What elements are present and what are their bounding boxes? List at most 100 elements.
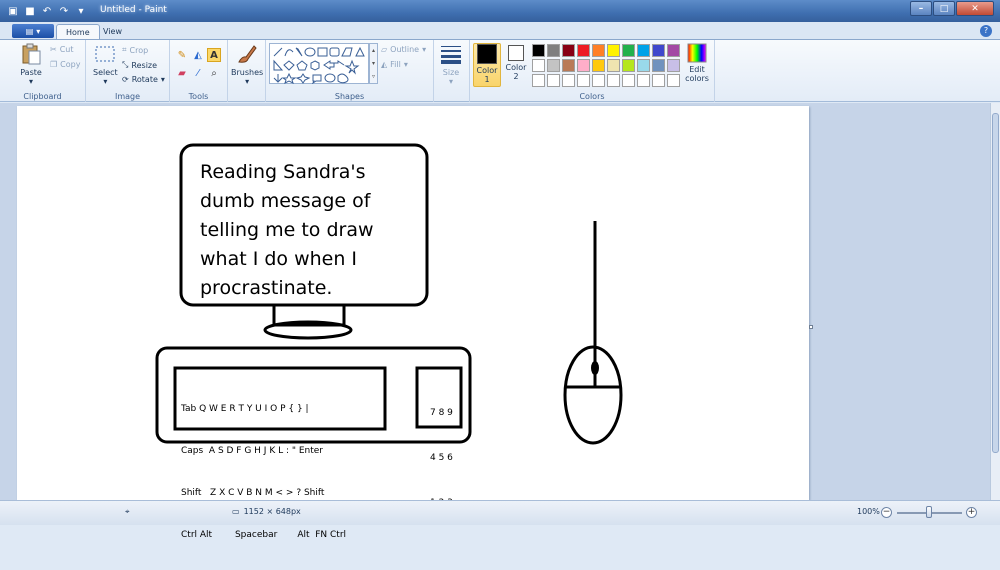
magnifier-icon[interactable]: ⌕ (207, 66, 221, 80)
vertical-scrollbar[interactable] (990, 103, 1000, 500)
scrollbar-thumb[interactable] (992, 113, 999, 453)
keyboard-row: Tab Q W E R T Y U I O P { } | (181, 404, 309, 414)
crop-icon: ⌗ (122, 45, 127, 54)
color1-button[interactable]: Color 1 (473, 43, 501, 87)
image-group: Select ▾ ⌗ Crop ⤡ Resize ⟳ Rotate ▾ Image (86, 40, 170, 102)
window-title: Untitled - Paint (100, 5, 167, 15)
palette-swatch[interactable] (592, 74, 605, 87)
tab-view[interactable]: View (94, 24, 131, 39)
paste-button[interactable]: Paste ▾ (20, 43, 42, 86)
palette-swatch[interactable] (532, 59, 545, 72)
zoom-slider-thumb[interactable] (926, 506, 932, 518)
speech-line: what I do when I (200, 248, 358, 270)
select-button[interactable]: Select ▾ (93, 43, 118, 86)
pencil-icon[interactable]: ✎ (175, 48, 189, 62)
palette-swatch[interactable] (652, 44, 665, 57)
fill-bucket-icon[interactable]: ◭ (191, 48, 205, 62)
palette-swatch[interactable] (622, 44, 635, 57)
palette-swatch[interactable] (547, 74, 560, 87)
rotate-icon: ⟳ (122, 75, 129, 84)
palette-swatch[interactable] (577, 59, 590, 72)
cursor-position-icon: ⌖ (125, 507, 130, 516)
undo-icon[interactable]: ↶ (40, 4, 54, 18)
chevron-down-icon: ▾ (245, 77, 250, 86)
shapes-gallery[interactable] (269, 43, 369, 84)
minimize-button[interactable]: – (910, 1, 932, 16)
palette-swatch[interactable] (607, 44, 620, 57)
paint-menu-button[interactable]: ▤ ▾ (12, 24, 54, 38)
palette-swatch[interactable] (592, 59, 605, 72)
numpad-row: 7 8 9 (430, 408, 453, 418)
paint-logo-icon[interactable]: ▣ (6, 4, 20, 18)
palette-swatch[interactable] (637, 59, 650, 72)
outline-button[interactable]: ▱ Outline ▾ (381, 45, 426, 54)
close-button[interactable]: ✕ (956, 1, 994, 16)
palette-swatch[interactable] (667, 74, 680, 87)
size-group: Size ▾ (434, 40, 470, 102)
crop-button[interactable]: ⌗ Crop (122, 45, 148, 55)
redo-icon[interactable]: ↷ (57, 4, 71, 18)
paste-icon (22, 43, 41, 65)
outline-icon: ▱ (381, 45, 388, 54)
menu-icon: ▤ (25, 26, 34, 36)
palette-swatch[interactable] (562, 59, 575, 72)
palette-swatch[interactable] (652, 59, 665, 72)
palette-swatch[interactable] (652, 74, 665, 87)
palette-swatch[interactable] (667, 59, 680, 72)
text-tool-icon[interactable]: A (207, 48, 221, 62)
palette-swatch[interactable] (592, 44, 605, 57)
chevron-up-icon: ▴ (371, 47, 375, 54)
palette-swatch[interactable] (622, 59, 635, 72)
palette-swatch[interactable] (637, 74, 650, 87)
cursor-position: ⌖ (125, 507, 130, 517)
palette-swatch[interactable] (532, 44, 545, 57)
palette-swatch[interactable] (547, 59, 560, 72)
image-size: ▭ 1152 × 648px (232, 507, 301, 516)
chevron-down-icon: ▾ (448, 77, 453, 86)
palette-swatch[interactable] (562, 44, 575, 57)
resize-icon: ⤡ (122, 60, 129, 69)
resize-button[interactable]: ⤡ Resize (122, 60, 157, 70)
maximize-button[interactable]: □ (933, 1, 955, 16)
chevron-down-icon: ▾ (371, 60, 375, 67)
palette-swatch[interactable] (667, 44, 680, 57)
drawing-canvas[interactable]: Reading Sandra's dumb message of telling… (17, 106, 809, 540)
shapes-group: ▴ ▾ ▿ ▱ Outline ▾ ◭ Fill ▾ Shapes (266, 40, 434, 102)
palette-swatch[interactable] (577, 74, 590, 87)
keyboard-keys-text: Tab Q W E R T Y U I O P { } | Caps A S D… (181, 374, 346, 570)
palette-swatch[interactable] (637, 44, 650, 57)
shapes-gallery-scroll[interactable]: ▴ ▾ ▿ (369, 43, 378, 84)
palette-swatch[interactable] (607, 59, 620, 72)
zoom-in-button[interactable]: + (966, 507, 977, 518)
palette-swatch[interactable] (532, 74, 545, 87)
shapes-gallery-icons (273, 46, 365, 84)
help-icon[interactable]: ? (980, 25, 992, 37)
color2-button[interactable]: Color 2 (502, 43, 530, 87)
palette-swatch[interactable] (577, 44, 590, 57)
cut-button[interactable]: ✂ Cut (50, 45, 74, 54)
palette-swatch[interactable] (562, 74, 575, 87)
customize-icon[interactable]: ▾ (74, 4, 88, 18)
zoom-out-button[interactable]: − (881, 507, 892, 518)
size-button[interactable]: Size ▾ (440, 43, 462, 86)
palette-swatch[interactable] (547, 44, 560, 57)
fill-button[interactable]: ◭ Fill ▾ (381, 60, 408, 69)
rotate-button[interactable]: ⟳ Rotate ▾ (122, 75, 165, 84)
clipboard-group: Paste ▾ ✂ Cut ❐ Copy Clipboard (0, 40, 86, 102)
canvas-resize-handle[interactable] (809, 325, 813, 329)
keyboard-row: Caps A S D F G H J K L : " Enter (181, 446, 324, 456)
speech-text: Reading Sandra's dumb message of telling… (200, 158, 374, 303)
color1-swatch (477, 44, 497, 64)
edit-colors-button[interactable]: Edit colors (682, 43, 712, 87)
color-picker-icon[interactable]: ⁄ (191, 66, 205, 80)
eraser-icon[interactable]: ▰ (175, 66, 189, 80)
speech-line: Reading Sandra's (200, 161, 366, 183)
chevron-down-icon: ▾ (160, 75, 165, 84)
brushes-button[interactable]: Brushes ▾ (231, 43, 263, 86)
palette-swatch[interactable] (607, 74, 620, 87)
save-icon[interactable]: ■ (23, 4, 37, 18)
copy-button[interactable]: ❐ Copy (50, 60, 80, 69)
speech-line: procrastinate. (200, 277, 333, 299)
palette-swatch[interactable] (622, 74, 635, 87)
chevron-down-icon: ▾ (36, 26, 41, 36)
